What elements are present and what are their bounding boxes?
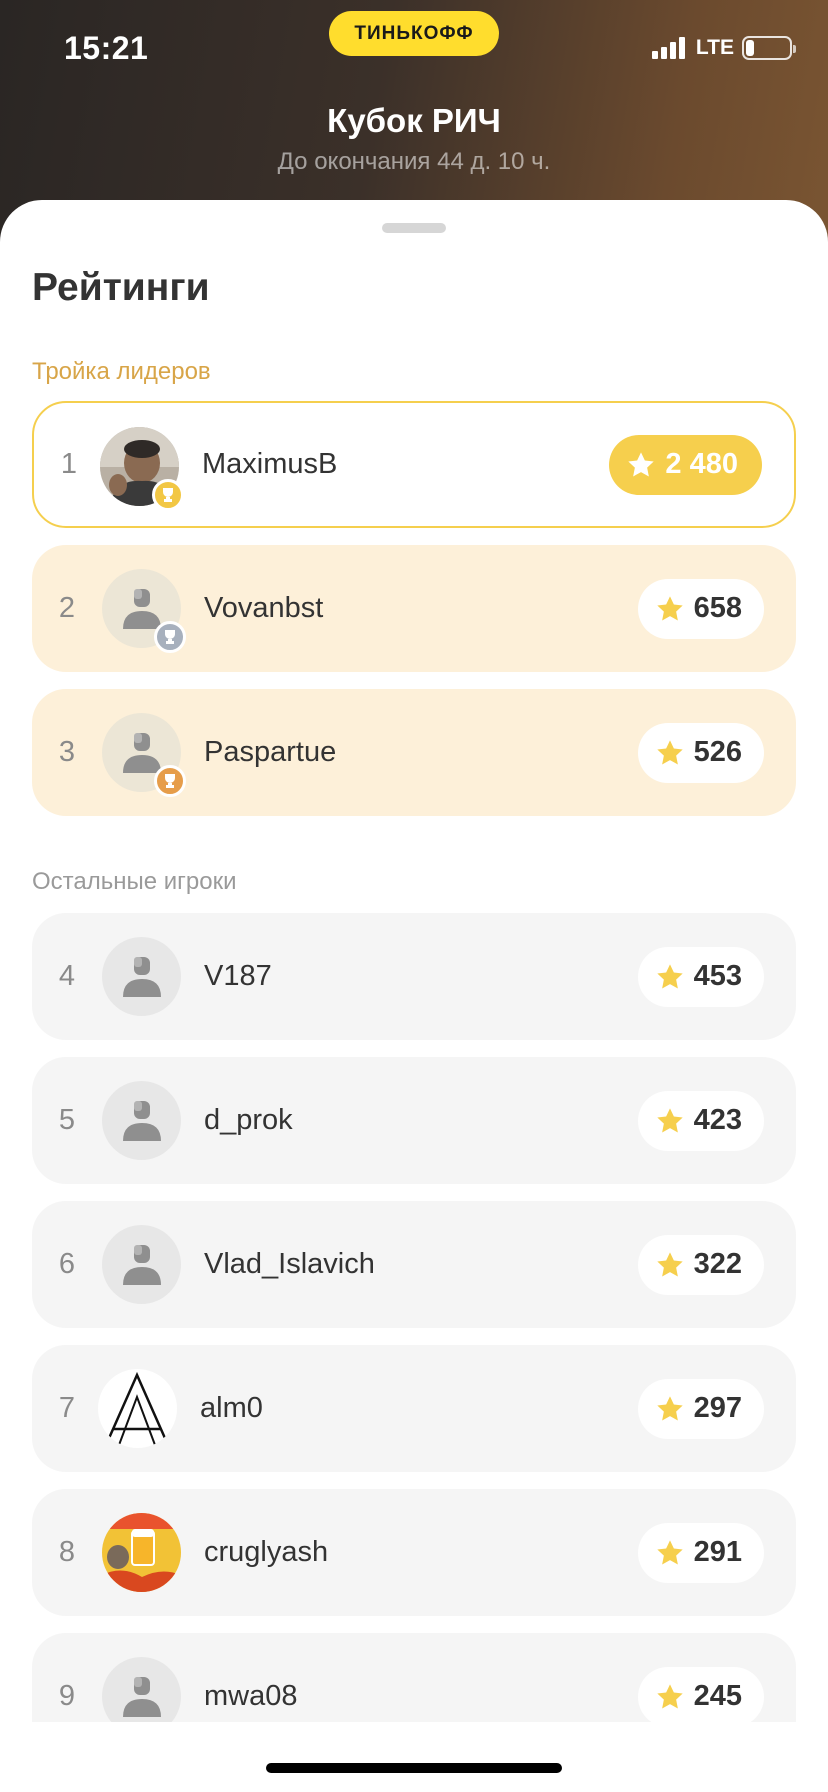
score-value: 245 xyxy=(693,1680,742,1712)
rank-number: 6 xyxy=(58,1248,76,1280)
rank-number: 2 xyxy=(58,592,76,624)
default-avatar-icon xyxy=(102,1081,181,1160)
leaders-section-label: Тройка лидеров xyxy=(32,358,211,385)
rank-number: 7 xyxy=(58,1392,76,1424)
score-value: 2 480 xyxy=(665,448,738,480)
player-row-6[interactable]: 6 Vlad_Islavich 322 xyxy=(32,1201,796,1328)
player-row-4[interactable]: 4 V187 453 xyxy=(32,913,796,1040)
player-name: d_prok xyxy=(204,1104,293,1136)
ratings-sheet[interactable]: Рейтинги Тройка лидеров 1 MaximusB 2 480… xyxy=(0,200,828,1792)
rank-number: 4 xyxy=(58,960,76,992)
rank-number: 3 xyxy=(58,736,76,768)
score-badge: 453 xyxy=(637,946,764,1007)
network-type: LTE xyxy=(695,36,734,59)
star-icon xyxy=(656,595,683,620)
rank-number: 5 xyxy=(58,1104,76,1136)
score-value: 453 xyxy=(693,960,742,992)
score-badge: 245 xyxy=(637,1666,764,1727)
score-badge: 297 xyxy=(637,1378,764,1439)
home-indicator[interactable] xyxy=(266,1763,562,1773)
score-value: 526 xyxy=(693,736,742,768)
bronze-trophy-icon xyxy=(154,765,186,797)
score-value: 658 xyxy=(693,592,742,624)
star-icon xyxy=(656,1107,683,1132)
countdown-text: До окончания 44 д. 10 ч. xyxy=(277,148,551,175)
sheet-grabber[interactable] xyxy=(382,223,446,233)
avatar xyxy=(102,569,186,653)
score-badge: 291 xyxy=(637,1522,764,1583)
avatar xyxy=(102,1225,181,1304)
screen: 15:21 ТИНЬКОФФ LTE Кубок РИЧ До окончани… xyxy=(0,0,828,1792)
score-value: 297 xyxy=(693,1392,742,1424)
star-icon xyxy=(656,963,683,988)
score-value: 322 xyxy=(693,1248,742,1280)
leader-row-2[interactable]: 2 Vovanbst 658 xyxy=(32,545,796,672)
leader-row-3[interactable]: 3 Paspartue 526 xyxy=(32,689,796,816)
player-row-7[interactable]: 7 alm0 297 xyxy=(32,1345,796,1472)
avatar xyxy=(102,937,181,1016)
battery-icon xyxy=(742,36,796,60)
leader-row-1[interactable]: 1 MaximusB 2 480 xyxy=(32,401,796,528)
avatar xyxy=(100,427,184,511)
cellular-signal-icon xyxy=(651,37,685,59)
score-value: 423 xyxy=(693,1104,742,1136)
player-name: alm0 xyxy=(200,1392,263,1424)
avatar xyxy=(102,713,186,797)
star-icon xyxy=(656,1395,683,1420)
status-time: 15:21 xyxy=(64,30,149,66)
score-badge: 2 480 xyxy=(609,434,762,495)
star-icon xyxy=(656,739,683,764)
default-avatar-icon xyxy=(102,1225,181,1304)
brand-logo: ТИНЬКОФФ xyxy=(329,11,499,56)
score-badge: 526 xyxy=(637,722,764,783)
sheet-title: Рейтинги xyxy=(32,266,210,309)
default-avatar-icon xyxy=(102,937,181,1016)
others-section-label: Остальные игроки xyxy=(32,868,237,895)
score-value: 291 xyxy=(693,1536,742,1568)
avatar xyxy=(102,1081,181,1160)
silver-trophy-icon xyxy=(154,621,186,653)
star-icon xyxy=(656,1539,683,1564)
battery-level xyxy=(746,40,755,56)
player-name: Paspartue xyxy=(204,736,337,768)
player-name: cruglyash xyxy=(204,1536,329,1568)
star-icon xyxy=(656,1251,683,1276)
player-name: V187 xyxy=(204,960,272,992)
page-title: Кубок РИЧ xyxy=(327,102,501,139)
star-icon xyxy=(656,1683,683,1708)
player-row-5[interactable]: 5 d_prok 423 xyxy=(32,1057,796,1184)
star-icon xyxy=(628,451,655,476)
letter-a-avatar-icon xyxy=(98,1369,177,1448)
player-name: Vlad_Islavich xyxy=(204,1248,375,1280)
player-row-8[interactable]: 8 cruglyash 291 xyxy=(32,1489,796,1616)
score-badge: 658 xyxy=(637,578,764,639)
score-badge: 423 xyxy=(637,1090,764,1151)
score-badge: 322 xyxy=(637,1234,764,1295)
rank-number: 8 xyxy=(58,1536,76,1568)
gold-trophy-icon xyxy=(152,479,184,511)
beer-photo-avatar-icon xyxy=(102,1513,181,1592)
bottom-safe-area xyxy=(0,1722,828,1792)
avatar xyxy=(98,1369,177,1448)
rank-number: 9 xyxy=(58,1680,76,1712)
player-name: mwa08 xyxy=(204,1680,298,1712)
player-name: Vovanbst xyxy=(204,592,324,624)
avatar xyxy=(102,1513,181,1592)
player-name: MaximusB xyxy=(202,448,338,480)
status-icons: LTE xyxy=(651,36,796,60)
rank-number: 1 xyxy=(60,448,78,480)
